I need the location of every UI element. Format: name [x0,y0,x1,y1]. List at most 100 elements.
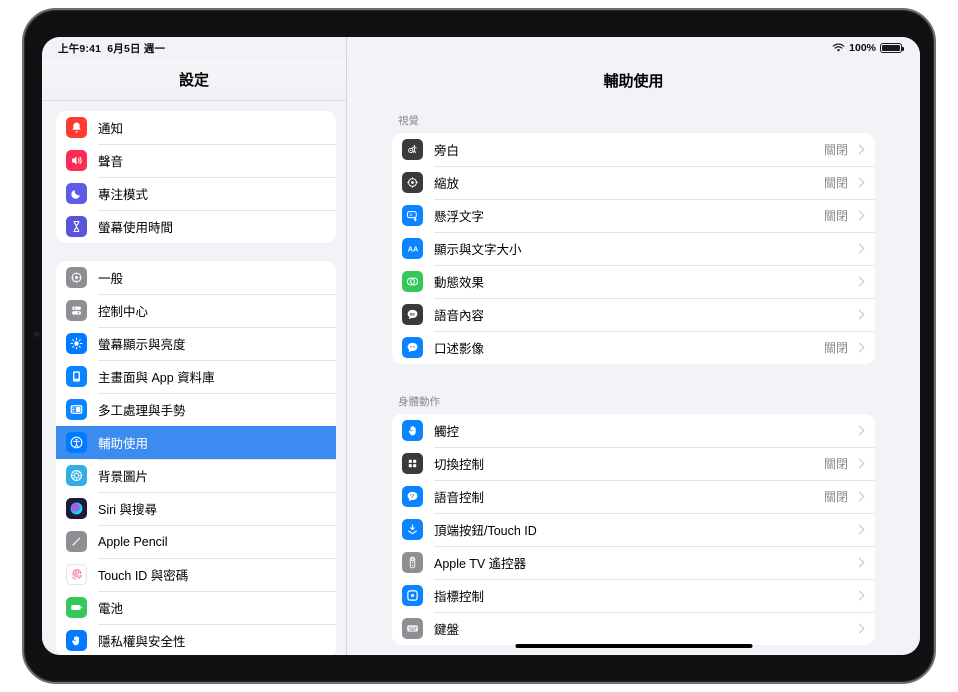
divider [98,327,336,328]
sidebar-item-label: 多工處理與手勢 [98,400,186,419]
voiceover-icon [402,139,423,160]
setting-row-顯示與文字大小[interactable]: AA顯示與文字大小 [392,232,875,265]
setting-row-旁白[interactable]: 旁白關閉 [392,133,875,166]
main-scroll-area[interactable]: 視覺旁白關閉縮放關閉a懸浮文字關閉AA顯示與文字大小動態效果BD語音內容口述影像… [347,101,920,645]
chevron-right-icon [855,178,865,188]
sidebar-item-Siri-與搜尋[interactable]: Siri 與搜尋 [56,492,336,525]
setting-row-動態效果[interactable]: 動態效果 [392,265,875,298]
setting-row-value: 關閉 [824,141,848,158]
voice-control-icon [402,486,423,507]
sidebar-item-Touch-ID-與密碼[interactable]: Touch ID 與密碼 [56,558,336,591]
sidebar-item-Apple-Pencil[interactable]: Apple Pencil [56,525,336,558]
switches-icon [66,300,87,321]
sidebar-item-聲音[interactable]: 聲音 [56,144,336,177]
setting-row-觸控[interactable]: 觸控 [392,414,875,447]
sidebar-item-輔助使用[interactable]: 輔助使用 [56,426,336,459]
setting-row-切換控制[interactable]: 切換控制關閉 [392,447,875,480]
appletv-remote-icon [402,552,423,573]
divider [434,579,875,580]
setting-row-label: 口述影像 [434,338,824,357]
setting-row-value: 關閉 [824,455,848,472]
setting-row-label: 頂端按鈕/Touch ID [434,520,848,539]
chevron-right-icon [855,426,865,436]
divider [98,360,336,361]
sidebar-item-專注模式[interactable]: 專注模式 [56,177,336,210]
accessibility-detail-panel: 輔助使用 視覺旁白關閉縮放關閉a懸浮文字關閉AA顯示與文字大小動態效果BD語音內… [347,37,920,655]
sidebar-item-label: Apple Pencil [98,535,168,549]
sidebar-item-一般[interactable]: 一般 [56,261,336,294]
divider [434,612,875,613]
top-button-icon [402,519,423,540]
keyboard-icon [402,618,423,639]
sidebar-item-隱私權與安全性[interactable]: 隱私權與安全性 [56,624,336,655]
sidebar-scroll-area[interactable]: 通知聲音專注模式螢幕使用時間一般控制中心螢幕顯示與亮度主畫面與 App 資料庫多… [42,101,346,655]
setting-row-指標控制[interactable]: 指標控制 [392,579,875,612]
audio-desc-icon [402,337,423,358]
setting-row-label: Apple TV 遙控器 [434,553,848,572]
sidebar-item-多工處理與手勢[interactable]: 多工處理與手勢 [56,393,336,426]
setting-row-label: 動態效果 [434,272,848,291]
sidebar-item-label: 背景圖片 [98,466,148,485]
sidebar-item-label: 電池 [98,598,123,617]
brightness-icon [66,333,87,354]
sidebar-group-1: 通知聲音專注模式螢幕使用時間 [56,111,336,243]
chevron-right-icon [855,558,865,568]
sidebar-item-label: 聲音 [98,151,123,170]
sidebar-item-控制中心[interactable]: 控制中心 [56,294,336,327]
divider [434,546,875,547]
sidebar-item-螢幕使用時間[interactable]: 螢幕使用時間 [56,210,336,243]
setting-row-懸浮文字[interactable]: a 懸浮文字關閉 [392,199,875,232]
setting-row-value: 關閉 [824,488,848,505]
text-size-icon: AA [402,238,423,259]
sidebar-item-label: 專注模式 [98,184,148,203]
section-header: 身體動作 [392,382,875,414]
sidebar-item-label: 螢幕使用時間 [98,217,173,236]
setting-row-語音內容[interactable]: BD 語音內容 [392,298,875,331]
accessibility-icon [66,432,87,453]
sidebar-item-螢幕顯示與亮度[interactable]: 螢幕顯示與亮度 [56,327,336,360]
chevron-right-icon [855,492,865,502]
divider [434,298,875,299]
setting-row-頂端按鈕-Touch-ID[interactable]: 頂端按鈕/Touch ID [392,513,875,546]
sidebar-item-label: 螢幕顯示與亮度 [98,334,186,353]
hand-raised-icon [66,630,87,651]
setting-row-口述影像[interactable]: 口述影像關閉 [392,331,875,364]
setting-row-label: 旁白 [434,140,824,159]
switch-control-icon [402,453,423,474]
svg-text:AA: AA [407,244,418,253]
sidebar-item-label: 隱私權與安全性 [98,631,186,650]
bell-icon [66,117,87,138]
home-indicator[interactable] [515,644,752,648]
sidebar-group-2: 一般控制中心螢幕顯示與亮度主畫面與 App 資料庫多工處理與手勢輔助使用背景圖片… [56,261,336,655]
chevron-right-icon [855,244,865,254]
setting-row-Apple-TV-遙控器[interactable]: Apple TV 遙控器 [392,546,875,579]
hover-text-icon: a [402,205,423,226]
motion-icon [402,271,423,292]
setting-row-label: 語音內容 [434,305,848,324]
setting-row-label: 懸浮文字 [434,206,824,225]
svg-text:BD: BD [410,313,416,317]
zoom-icon [402,172,423,193]
chevron-right-icon [855,145,865,155]
divider [434,331,875,332]
setting-row-label: 觸控 [434,421,848,440]
setting-row-value: 關閉 [824,207,848,224]
divider [434,232,875,233]
sidebar-item-label: 輔助使用 [98,433,148,452]
divider [434,447,875,448]
setting-row-語音控制[interactable]: 語音控制關閉 [392,480,875,513]
chevron-right-icon [855,525,865,535]
sidebar-item-通知[interactable]: 通知 [56,111,336,144]
setting-row-鍵盤[interactable]: 鍵盤 [392,612,875,645]
sidebar-item-背景圖片[interactable]: 背景圖片 [56,459,336,492]
page-title: 輔助使用 [347,59,920,101]
sidebar-item-電池[interactable]: 電池 [56,591,336,624]
sidebar-item-主畫面與-App-資料庫[interactable]: 主畫面與 App 資料庫 [56,360,336,393]
moon-icon [66,183,87,204]
divider [98,144,336,145]
divider [434,199,875,200]
setting-row-縮放[interactable]: 縮放關閉 [392,166,875,199]
divider [98,525,336,526]
divider [98,210,336,211]
svg-text:a: a [410,212,413,217]
